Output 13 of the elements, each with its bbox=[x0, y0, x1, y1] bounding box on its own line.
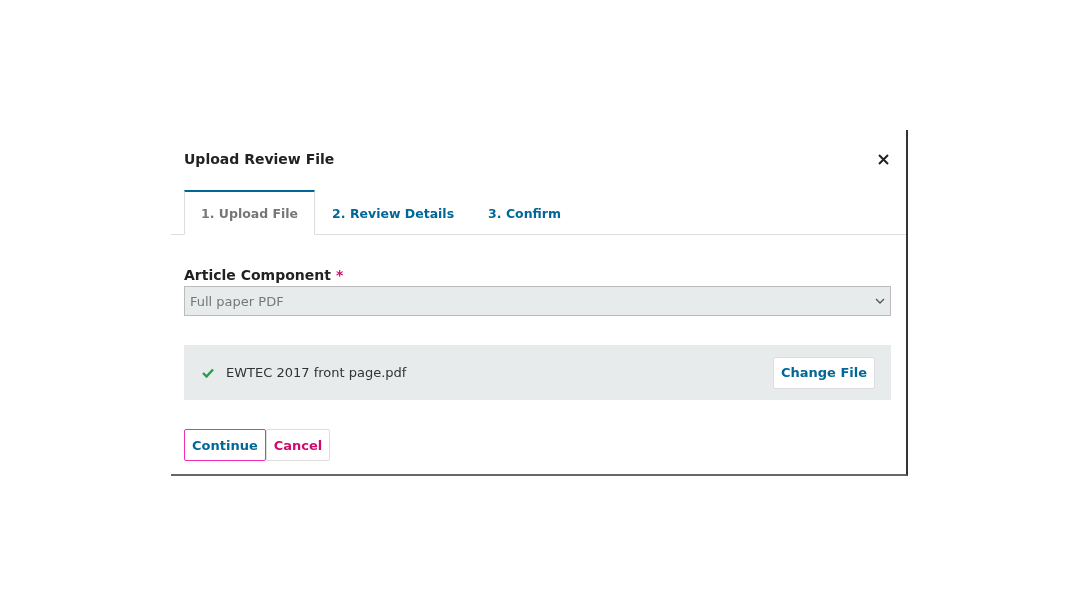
file-name: EWTEC 2017 front page.pdf bbox=[226, 365, 408, 380]
close-icon[interactable] bbox=[878, 153, 889, 165]
field-label: Article Component bbox=[184, 267, 331, 283]
cancel-button[interactable]: Cancel bbox=[265, 429, 331, 461]
step-tab[interactable]: 1. Upload File bbox=[184, 190, 316, 235]
step-tab[interactable]: 2. Review Details bbox=[315, 190, 472, 235]
change-file-button[interactable]: Change File bbox=[772, 356, 875, 389]
required-mark: * bbox=[335, 267, 344, 283]
continue-button[interactable]: Continue bbox=[184, 429, 266, 461]
dialog-title: Upload Review File bbox=[184, 151, 335, 167]
chevron-down-icon bbox=[875, 298, 885, 304]
component-select[interactable]: Full paper PDF bbox=[184, 286, 891, 316]
step-tab[interactable]: 3. Confirm bbox=[471, 190, 578, 235]
